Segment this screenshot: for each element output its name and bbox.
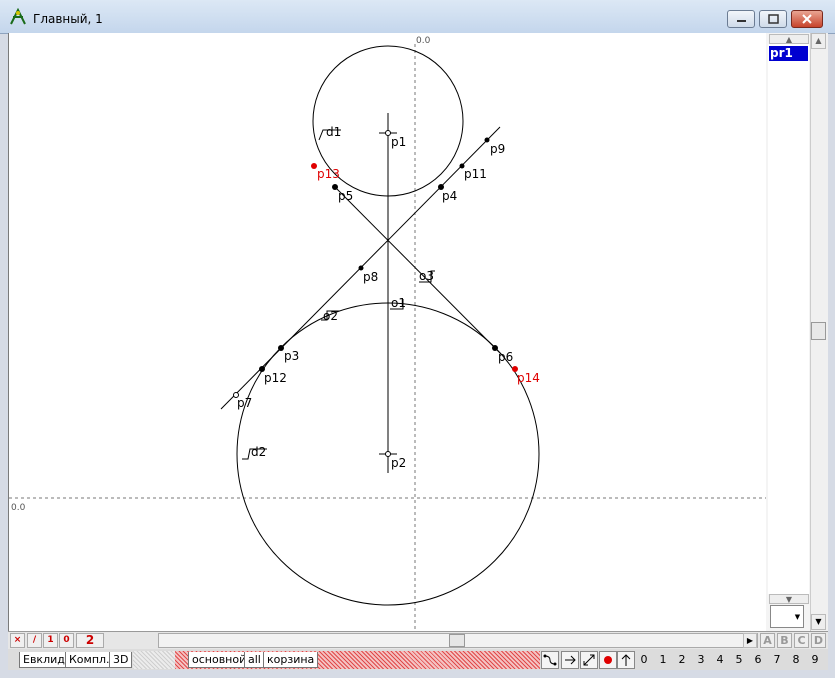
digit-2-button[interactable]: 2 [675,653,689,666]
label-p1: p1 [391,135,406,149]
red-dot-icon [604,656,612,664]
letter-a-button[interactable]: A [760,633,775,648]
label-p11: p11 [464,167,487,181]
line-tool-button[interactable]: / [27,633,42,648]
arrow-up-tool-button[interactable] [617,651,635,669]
label-d2: d2 [251,445,266,459]
curve-tool-button[interactable] [541,651,559,669]
axis-label-left: 0.0 [11,503,26,513]
tab-trash[interactable]: корзина [263,652,319,668]
digit-8-button[interactable]: 8 [789,653,803,666]
label-p9: p9 [490,142,505,156]
point-tool-button[interactable] [599,651,617,669]
tab-all[interactable]: all [244,652,265,668]
label-o3: o3 [419,269,434,283]
label-p12: p12 [264,371,287,385]
diagonal-tool-button[interactable] [580,651,598,669]
p1-point [385,130,391,136]
label-p13: p13 [317,167,340,181]
tab-3d[interactable]: 3D [109,652,133,668]
maximize-icon [768,14,779,24]
letter-c-button[interactable]: C [794,633,809,648]
tool-0-button[interactable]: 0 [59,633,74,648]
arrow-right-tool-button[interactable] [561,651,579,669]
arrow-right-icon [565,655,576,665]
delete-tool-button[interactable]: × [10,633,25,648]
p2-point [385,451,391,457]
scroll-up-button[interactable]: ▲ [811,33,826,49]
minimize-button[interactable] [727,10,755,28]
diagonal-arrow-icon [583,654,595,666]
label-p7: p7 [237,396,252,410]
letter-d-button[interactable]: D [811,633,826,648]
drawing-canvas[interactable]: 0.0 0.0 d1 d2 p1 p2 p3 p4 p5 p6 p7 p8 p9… [8,33,767,631]
minimize-icon [737,20,746,22]
axis-label-top: 0.0 [416,36,431,46]
digit-4-button[interactable]: 4 [713,653,727,666]
list-item-pr1[interactable]: pr1 [769,46,808,61]
list-scroll-down-button[interactable]: ▼ [769,594,809,604]
horizontal-scroll-thumb[interactable] [449,634,465,647]
maximize-button[interactable] [759,10,787,28]
tab-euclid[interactable]: Евклид [19,652,69,668]
digit-5-button[interactable]: 5 [732,653,746,666]
digit-6-button[interactable]: 6 [751,653,765,666]
arrow-up-icon [621,654,631,666]
close-button[interactable] [791,10,823,28]
digit-0-button[interactable]: 0 [637,653,651,666]
scroll-down-button[interactable]: ▼ [811,614,826,630]
label-o1: o1 [391,296,406,310]
digit-7-button[interactable]: 7 [770,653,784,666]
label-p3: p3 [284,349,299,363]
label-p14: p14 [517,371,540,385]
object-list[interactable] [768,44,809,594]
window-title: Главный, 1 [33,12,103,26]
tab-area-left [133,651,175,669]
tool-1-button[interactable]: 1 [43,633,58,648]
label-p4: p4 [442,189,457,203]
digit-3-button[interactable]: 3 [694,653,708,666]
tab-main[interactable]: основной [188,652,251,668]
chevron-down-icon[interactable]: ▼ [792,609,803,625]
label-o2: o2 [323,309,338,323]
close-icon [802,14,812,24]
tangent-line-2 [334,186,502,355]
label-p2: p2 [391,456,406,470]
tab-compl[interactable]: Компл. [65,652,114,668]
scroll-right-button[interactable]: ▶ [743,633,757,648]
label-p8: p8 [363,270,378,284]
label-d1: d1 [326,125,341,139]
label-p6: p6 [498,350,513,364]
vertical-scroll-thumb[interactable] [811,322,826,340]
digit-1-button[interactable]: 1 [656,653,670,666]
list-scroll-up-button[interactable]: ▲ [769,34,809,44]
digit-9-button[interactable]: 9 [808,653,822,666]
letter-b-button[interactable]: B [777,633,792,648]
title-bar [0,0,835,34]
tool-2-button[interactable]: 2 [76,633,104,648]
curve-icon [543,654,557,666]
p9-point [484,137,490,143]
app-icon[interactable] [8,7,28,26]
label-p5: p5 [338,189,353,203]
